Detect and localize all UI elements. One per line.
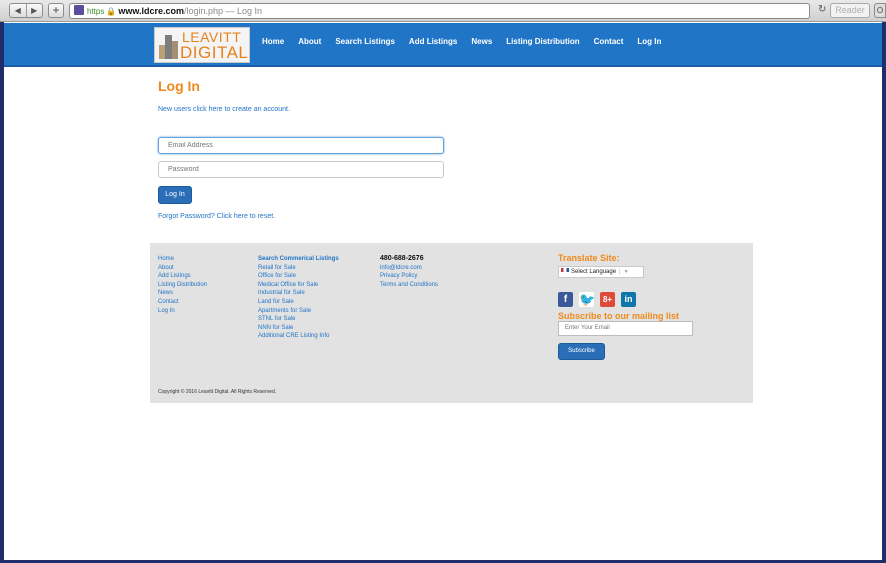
site-header: LEAVITT DIGITAL Home About Search Listin… xyxy=(4,23,882,67)
forward-icon[interactable]: ▶ xyxy=(27,4,43,17)
chevron-down-icon: ▼ xyxy=(623,268,629,275)
language-select-label: Select Language xyxy=(571,268,617,275)
copyright-text: Copyright © 2016 Leavitt Digital. All Ri… xyxy=(158,389,277,395)
linkedin-icon[interactable]: in xyxy=(621,291,636,307)
nav-news[interactable]: News xyxy=(471,37,492,46)
footer-link[interactable]: NNN for Sale xyxy=(258,324,339,333)
google-plus-icon[interactable]: 8+ xyxy=(600,291,615,307)
footer-site-links: Home About Add Listings Listing Distribu… xyxy=(158,255,207,315)
twitter-icon[interactable]: 🐦 xyxy=(579,291,595,307)
site-logo[interactable]: LEAVITT DIGITAL xyxy=(154,27,250,63)
logo-text-bottom: DIGITAL xyxy=(180,43,249,62)
footer-listing-links: Search Commerical Listings Retail for Sa… xyxy=(258,255,339,341)
select-separator: | xyxy=(619,268,621,275)
footer-link[interactable]: Log In xyxy=(158,307,207,316)
language-select[interactable]: Select Language | ▼ xyxy=(558,265,644,278)
footer-link[interactable]: About xyxy=(158,264,207,273)
footer-link[interactable]: Medical Office for Sale xyxy=(258,281,339,290)
lock-icon: 🔒 xyxy=(106,7,117,16)
footer-link[interactable]: Contact xyxy=(158,298,207,307)
forgot-password-link[interactable]: Forgot Password? Click here to reset. xyxy=(158,213,758,220)
nav-search-listings[interactable]: Search Listings xyxy=(335,37,395,46)
nav-home[interactable]: Home xyxy=(262,37,284,46)
url-path: /login.php — Log In xyxy=(184,6,263,16)
footer-privacy-link[interactable]: Privacy Policy xyxy=(380,272,438,281)
footer-link[interactable]: Listing Distribution xyxy=(158,281,207,290)
back-icon[interactable]: ◀ xyxy=(10,4,27,17)
email-field[interactable] xyxy=(158,137,444,154)
nav-add-listings[interactable]: Add Listings xyxy=(409,37,457,46)
footer-link[interactable]: Land for Sale xyxy=(258,298,339,307)
new-tab-button[interactable]: + xyxy=(48,3,64,18)
page-title: Log In xyxy=(158,78,200,94)
url-scheme: https xyxy=(87,7,105,16)
footer-contact: 480-688-2676 info@ldcre.com Privacy Poli… xyxy=(380,255,438,289)
history-buttons: ◀ ▶ xyxy=(9,3,43,18)
footer-link[interactable]: STNL for Sale xyxy=(258,315,339,324)
footer-link[interactable]: Industrial for Sale xyxy=(258,289,339,298)
facebook-icon[interactable]: f xyxy=(558,291,573,307)
reader-button[interactable]: Reader xyxy=(830,3,870,18)
site-footer: Home About Add Listings Listing Distribu… xyxy=(150,243,753,403)
footer-link[interactable]: Office for Sale xyxy=(258,272,339,281)
buildings-icon xyxy=(159,35,179,59)
social-links: f 🐦 8+ in xyxy=(558,291,693,307)
subscribe-title: Subscribe to our mailing list xyxy=(558,310,680,321)
footer-right: Translate Site: Select Language | ▼ f 🐦 8+… xyxy=(558,253,693,361)
favicon-icon xyxy=(74,5,84,15)
url-domain: www.ldcre.com xyxy=(118,6,184,16)
subscribe-email-field[interactable]: Enter Your Email xyxy=(558,321,693,337)
flag-icon xyxy=(561,267,569,272)
create-account-link[interactable]: New users click here to create an accoun… xyxy=(158,106,758,113)
password-field[interactable] xyxy=(158,161,444,178)
footer-email-link[interactable]: info@ldcre.com xyxy=(380,264,438,273)
extension-button[interactable]: O xyxy=(874,3,886,18)
nav-log-in[interactable]: Log In xyxy=(637,37,661,46)
nav-about[interactable]: About xyxy=(298,37,321,46)
translate-title: Translate Site: xyxy=(558,253,620,263)
footer-listings-heading[interactable]: Search Commerical Listings xyxy=(258,255,339,264)
nav-contact[interactable]: Contact xyxy=(594,37,624,46)
footer-terms-link[interactable]: Terms and Conditions xyxy=(380,281,438,290)
subscribe-button[interactable]: Subscribe xyxy=(558,343,605,361)
browser-toolbar: ◀ ▶ + https 🔒 www.ldcre.com/login.php — Lo… xyxy=(0,0,886,22)
reload-icon[interactable]: ↻ xyxy=(818,4,826,15)
main-nav: Home About Search Listings Add Listings … xyxy=(262,37,675,46)
login-button[interactable]: Log In xyxy=(158,186,192,204)
footer-link[interactable]: News xyxy=(158,289,207,298)
footer-link[interactable]: Home xyxy=(158,255,207,264)
footer-link[interactable]: Add Listings xyxy=(158,272,207,281)
footer-link[interactable]: Apartments for Sale xyxy=(258,307,339,316)
footer-phone: 480-688-2676 xyxy=(380,255,424,262)
footer-link[interactable]: Additional CRE Listing Info xyxy=(258,332,339,341)
nav-listing-distribution[interactable]: Listing Distribution xyxy=(506,37,579,46)
login-section: Log In New users click here to create an… xyxy=(158,78,758,220)
footer-link[interactable]: Retail for Sale xyxy=(258,264,339,273)
address-bar[interactable]: https 🔒 www.ldcre.com/login.php — Log In xyxy=(69,3,810,19)
